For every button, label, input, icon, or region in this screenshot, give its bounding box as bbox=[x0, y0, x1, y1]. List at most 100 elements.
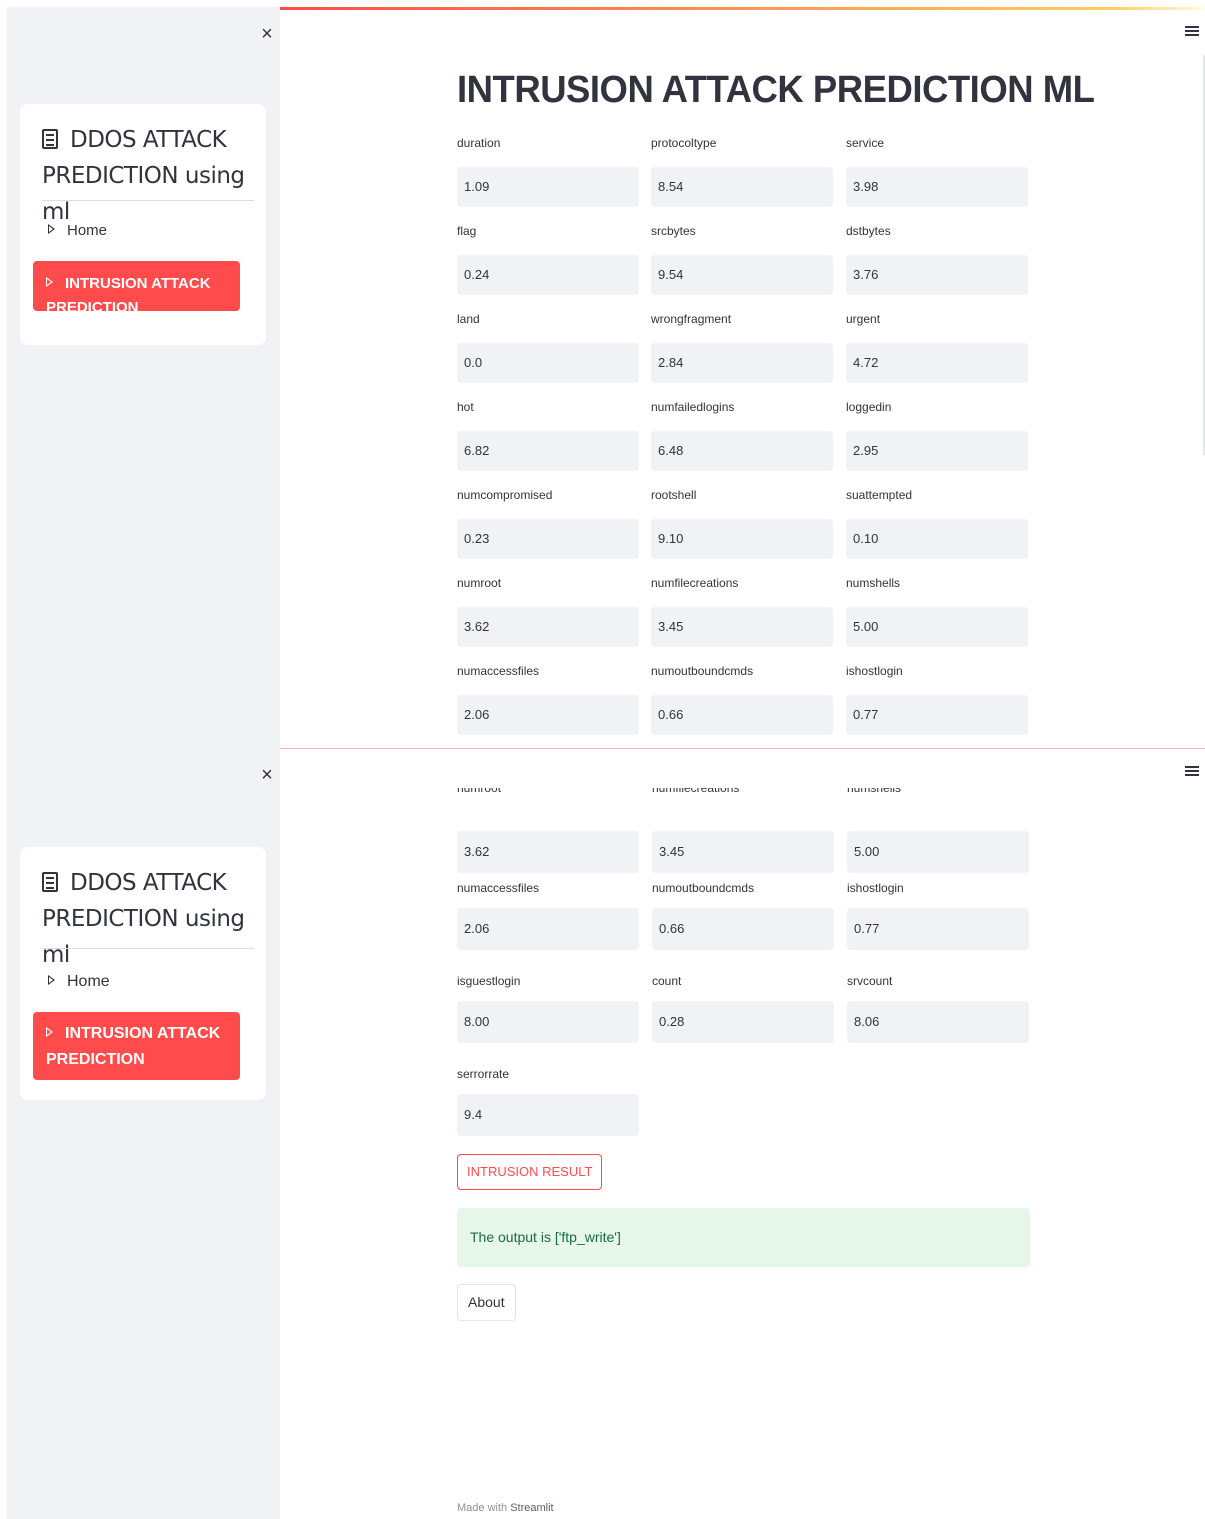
field-label: numoutboundcmds bbox=[651, 664, 754, 678]
output-text: The output is ['ftp_write'] bbox=[470, 1229, 621, 1245]
field-label: urgent bbox=[846, 312, 881, 326]
field-numaccessfiles: numaccessfiles 2.06 bbox=[457, 880, 639, 950]
duration-input[interactable]: 1.09 bbox=[457, 167, 639, 207]
numaccessfiles-input[interactable]: 2.06 bbox=[457, 908, 639, 950]
hamburger-menu-icon[interactable] bbox=[1185, 24, 1199, 40]
field-serrorrate: serrorrate 9.4 bbox=[457, 1066, 639, 1136]
sidebar: × DDOS ATTACK PREDICTION using ml Home I… bbox=[7, 7, 280, 748]
intrusion-result-button[interactable]: INTRUSION RESULT bbox=[457, 1154, 603, 1190]
flag-input[interactable]: 0.24 bbox=[457, 255, 639, 295]
menu-item-home[interactable]: Home bbox=[48, 973, 110, 991]
footer: Made with Streamlit bbox=[457, 1502, 554, 1514]
srvcount-input[interactable]: 8.06 bbox=[847, 1001, 1029, 1043]
close-icon[interactable]: × bbox=[253, 762, 281, 790]
field-label: hot bbox=[457, 400, 474, 414]
document-icon bbox=[42, 129, 58, 149]
numaccessfiles-input[interactable]: 2.06 bbox=[457, 695, 639, 735]
loggedin-input[interactable]: 2.95 bbox=[846, 431, 1028, 471]
hamburger-menu-icon[interactable] bbox=[1185, 764, 1199, 780]
suattempted-input[interactable]: 0.10 bbox=[846, 519, 1028, 559]
field-count: count 0.28 bbox=[652, 973, 834, 1043]
option-menu: DDOS ATTACK PREDICTION using ml Home INT… bbox=[20, 847, 266, 1100]
streamlit-link[interactable]: Streamlit bbox=[510, 1502, 553, 1514]
field-flag: flag 0.24 bbox=[457, 223, 639, 295]
wrongfragment-input[interactable]: 2.84 bbox=[651, 343, 833, 383]
field-label: numaccessfiles bbox=[457, 664, 540, 678]
field-srvcount: srvcount 8.06 bbox=[847, 973, 1029, 1043]
isguestlogin-input[interactable]: 8.00 bbox=[457, 1001, 639, 1043]
field-label: ishostlogin bbox=[846, 664, 903, 678]
field-wrongfragment: wrongfragment 2.84 bbox=[651, 311, 833, 383]
play-icon bbox=[48, 975, 55, 985]
field-label: wrongfragment bbox=[651, 312, 732, 326]
field-numroot: numroot 3.62 bbox=[457, 575, 639, 647]
menu-title: DDOS ATTACK PREDICTION using ml bbox=[42, 127, 245, 225]
clipped-label: numfilecreations bbox=[652, 788, 740, 795]
hot-input[interactable]: 6.82 bbox=[457, 431, 639, 471]
numfailedlogins-input[interactable]: 6.48 bbox=[651, 431, 833, 471]
field-urgent: urgent 4.72 bbox=[846, 311, 1028, 383]
dstbytes-input[interactable]: 3.76 bbox=[846, 255, 1028, 295]
field-isguestlogin: isguestlogin 8.00 bbox=[457, 973, 639, 1043]
menu-item-home[interactable]: Home bbox=[48, 222, 107, 239]
clipped-label: numshells bbox=[847, 788, 902, 795]
numfilecreations-input[interactable]: 3.45 bbox=[652, 831, 834, 873]
screenshot-bottom: × DDOS ATTACK PREDICTION using ml Home I… bbox=[0, 748, 1205, 1519]
field-numaccessfiles: numaccessfiles 2.06 bbox=[457, 663, 639, 735]
field-loggedin: loggedin 2.95 bbox=[846, 399, 1028, 471]
field-hot: hot 6.82 bbox=[457, 399, 639, 471]
menu-divider bbox=[42, 200, 254, 201]
numshells-input[interactable]: 5.00 bbox=[847, 831, 1029, 873]
top-decoration-bar bbox=[280, 7, 1205, 10]
field-dstbytes: dstbytes 3.76 bbox=[846, 223, 1028, 295]
field-label: duration bbox=[457, 136, 501, 150]
top-decoration-bar bbox=[280, 748, 1205, 749]
protocoltype-input[interactable]: 8.54 bbox=[651, 167, 833, 207]
field-label: numshells bbox=[846, 576, 901, 590]
about-button[interactable]: About bbox=[457, 1284, 516, 1321]
menu-item-intrusion-attack-prediction[interactable]: INTRUSION ATTACK PREDICTION bbox=[33, 1012, 240, 1080]
numshells-input[interactable]: 5.00 bbox=[846, 607, 1028, 647]
srcbytes-input[interactable]: 9.54 bbox=[651, 255, 833, 295]
field-label bbox=[847, 799, 1029, 815]
field-numfilecreations: numfilecreations 3.45 bbox=[651, 575, 833, 647]
play-icon bbox=[48, 224, 55, 234]
screenshot-top: × DDOS ATTACK PREDICTION using ml Home I… bbox=[0, 0, 1205, 748]
field-label: ishostlogin bbox=[847, 881, 904, 895]
field-protocoltype: protocoltype 8.54 bbox=[651, 135, 833, 207]
rootshell-input[interactable]: 9.10 bbox=[651, 519, 833, 559]
field-label: land bbox=[457, 312, 480, 326]
numroot-input[interactable]: 3.62 bbox=[457, 607, 639, 647]
option-menu: DDOS ATTACK PREDICTION using ml Home INT… bbox=[20, 104, 266, 345]
serrorrate-input[interactable]: 9.4 bbox=[457, 1094, 639, 1136]
ishostlogin-input[interactable]: 0.77 bbox=[846, 695, 1028, 735]
play-icon bbox=[46, 277, 53, 287]
field-label: numaccessfiles bbox=[457, 881, 540, 895]
output-alert: The output is ['ftp_write'] bbox=[457, 1208, 1030, 1267]
numroot-input[interactable]: 3.62 bbox=[457, 831, 639, 873]
field-numshells: numshells 5.00 bbox=[846, 575, 1028, 647]
field-numcompromised: numcompromised 0.23 bbox=[457, 487, 639, 559]
field-label: loggedin bbox=[846, 400, 892, 414]
field-label: numcompromised bbox=[457, 488, 553, 502]
field-numshells: 5.00 bbox=[847, 799, 1029, 873]
field-ishostlogin: ishostlogin 0.77 bbox=[846, 663, 1028, 735]
numcompromised-input[interactable]: 0.23 bbox=[457, 519, 639, 559]
close-icon[interactable]: × bbox=[253, 21, 281, 49]
service-input[interactable]: 3.98 bbox=[846, 167, 1028, 207]
numoutboundcmds-input[interactable]: 0.66 bbox=[651, 695, 833, 735]
field-label bbox=[652, 799, 834, 815]
sidebar: × DDOS ATTACK PREDICTION using ml Home I… bbox=[7, 748, 280, 1519]
land-input[interactable]: 0.0 bbox=[457, 343, 639, 383]
ishostlogin-input[interactable]: 0.77 bbox=[847, 908, 1029, 950]
field-label: protocoltype bbox=[651, 136, 717, 150]
count-input[interactable]: 0.28 bbox=[652, 1001, 834, 1043]
field-numfilecreations: 3.45 bbox=[652, 799, 834, 873]
field-land: land 0.0 bbox=[457, 311, 639, 383]
numfilecreations-input[interactable]: 3.45 bbox=[651, 607, 833, 647]
field-label: dstbytes bbox=[846, 224, 891, 238]
field-label: suattempted bbox=[846, 488, 913, 502]
urgent-input[interactable]: 4.72 bbox=[846, 343, 1028, 383]
menu-item-intrusion-attack-prediction[interactable]: INTRUSION ATTACK PREDICTION bbox=[33, 261, 240, 316]
numoutboundcmds-input[interactable]: 0.66 bbox=[652, 908, 834, 950]
